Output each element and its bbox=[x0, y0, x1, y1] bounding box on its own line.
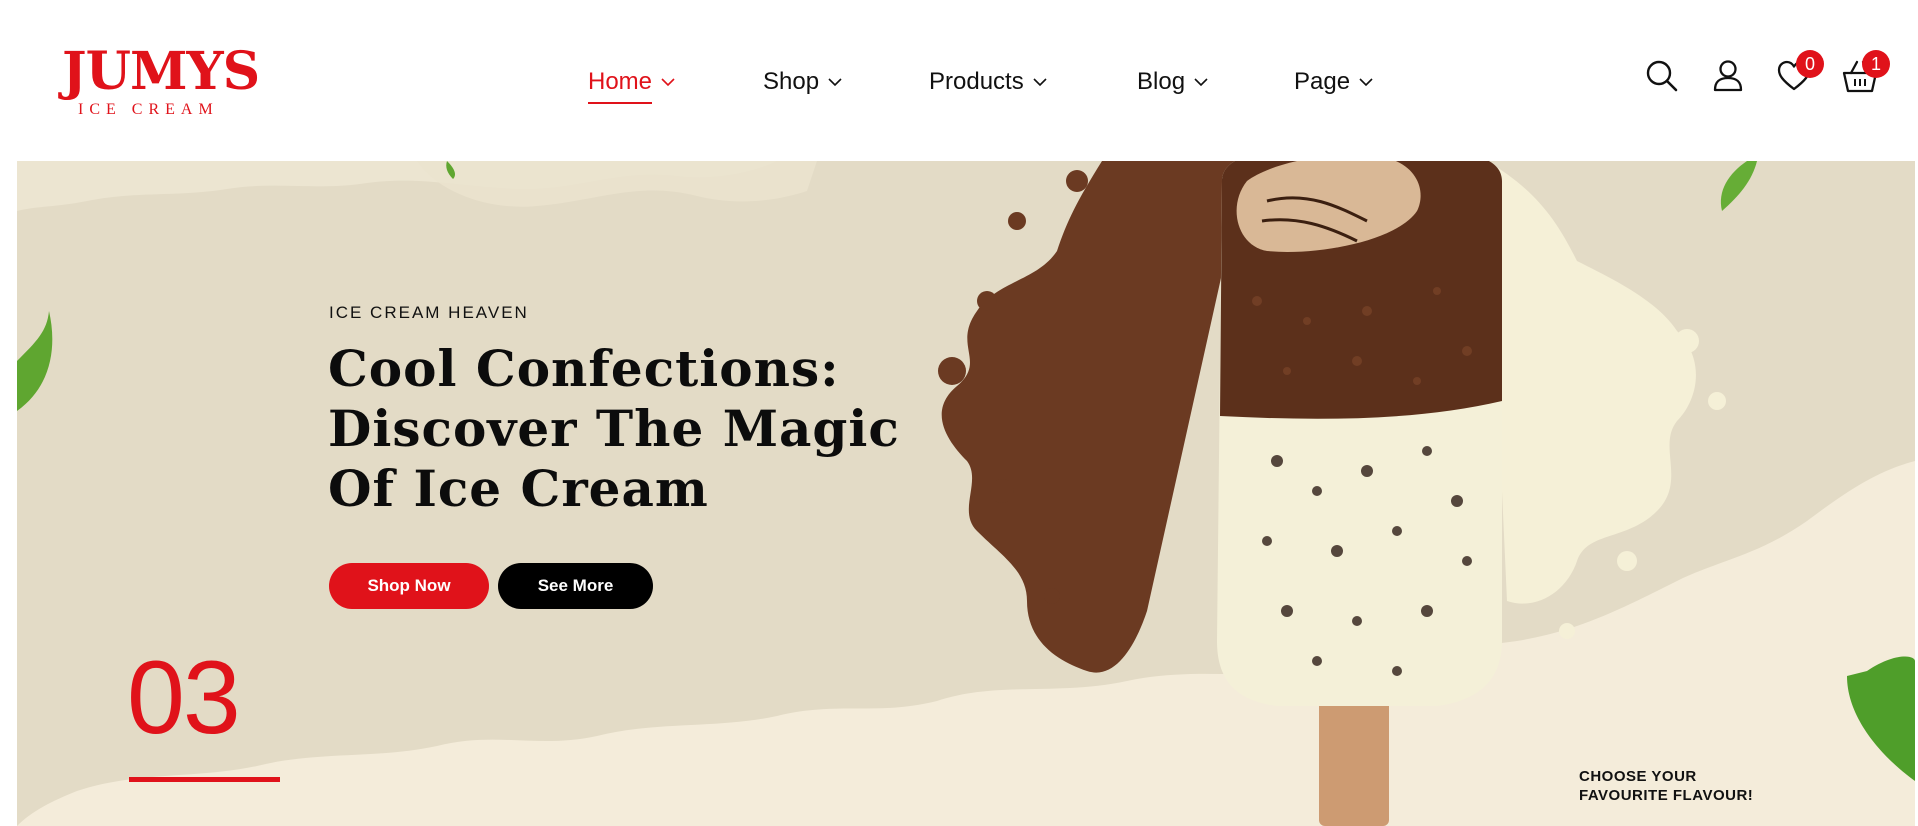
ice-cream-bar bbox=[1217, 161, 1502, 706]
slide-number: 03 bbox=[127, 640, 241, 756]
nav-label: Home bbox=[588, 68, 653, 104]
chevron-down-icon bbox=[1359, 78, 1373, 87]
hero-tagline: CHOOSE YOUR FAVOURITE FLAVOUR! bbox=[1579, 767, 1753, 805]
see-more-button[interactable]: See More bbox=[498, 563, 653, 609]
chevron-down-icon bbox=[1033, 78, 1047, 87]
hero-headline: Cool Confections: Discover The Magic Of … bbox=[328, 339, 900, 518]
chevron-down-icon bbox=[661, 78, 675, 87]
wishlist-count-badge: 0 bbox=[1796, 50, 1824, 78]
nav-item-blog[interactable]: Blog bbox=[1137, 62, 1209, 102]
tagline-line: CHOOSE YOUR bbox=[1579, 768, 1697, 785]
tagline-line: FAVOURITE FLAVOUR! bbox=[1579, 787, 1754, 804]
nav-item-products[interactable]: Products bbox=[929, 62, 1048, 102]
wishlist-button[interactable]: 0 bbox=[1774, 50, 1824, 96]
nav-label: Page bbox=[1294, 68, 1351, 95]
logo-tagline: ICE CREAM bbox=[78, 101, 219, 118]
cart-button[interactable]: 1 bbox=[1840, 50, 1890, 96]
chevron-down-icon bbox=[1194, 78, 1208, 87]
nav-label: Products bbox=[929, 68, 1024, 95]
logo-wordmark: JUMYS bbox=[62, 41, 260, 102]
nav-item-shop[interactable]: Shop bbox=[763, 62, 843, 102]
brand-logo[interactable]: JUMYS ICE CREAM bbox=[62, 44, 260, 122]
slide-indicator-underline bbox=[129, 777, 280, 782]
nav-label: Shop bbox=[763, 68, 820, 95]
search-icon bbox=[1646, 60, 1678, 92]
account-button[interactable] bbox=[1708, 56, 1748, 96]
nav-item-home[interactable]: Home bbox=[588, 62, 676, 104]
cart-count-badge: 1 bbox=[1862, 50, 1890, 78]
shop-now-button[interactable]: Shop Now bbox=[329, 563, 489, 609]
chevron-down-icon bbox=[828, 78, 842, 87]
nav-item-page[interactable]: Page bbox=[1294, 62, 1374, 102]
hero-kicker: ICE CREAM HEAVEN bbox=[329, 303, 529, 322]
hero-background bbox=[17, 161, 1915, 826]
site-header: JUMYS ICE CREAM Home Shop Products Blog … bbox=[0, 0, 1918, 161]
nav-label: Blog bbox=[1137, 68, 1186, 95]
hero-slider: ICE CREAM HEAVEN Cool Confections: Disco… bbox=[17, 161, 1915, 826]
search-button[interactable] bbox=[1642, 56, 1682, 96]
user-icon bbox=[1713, 60, 1743, 92]
